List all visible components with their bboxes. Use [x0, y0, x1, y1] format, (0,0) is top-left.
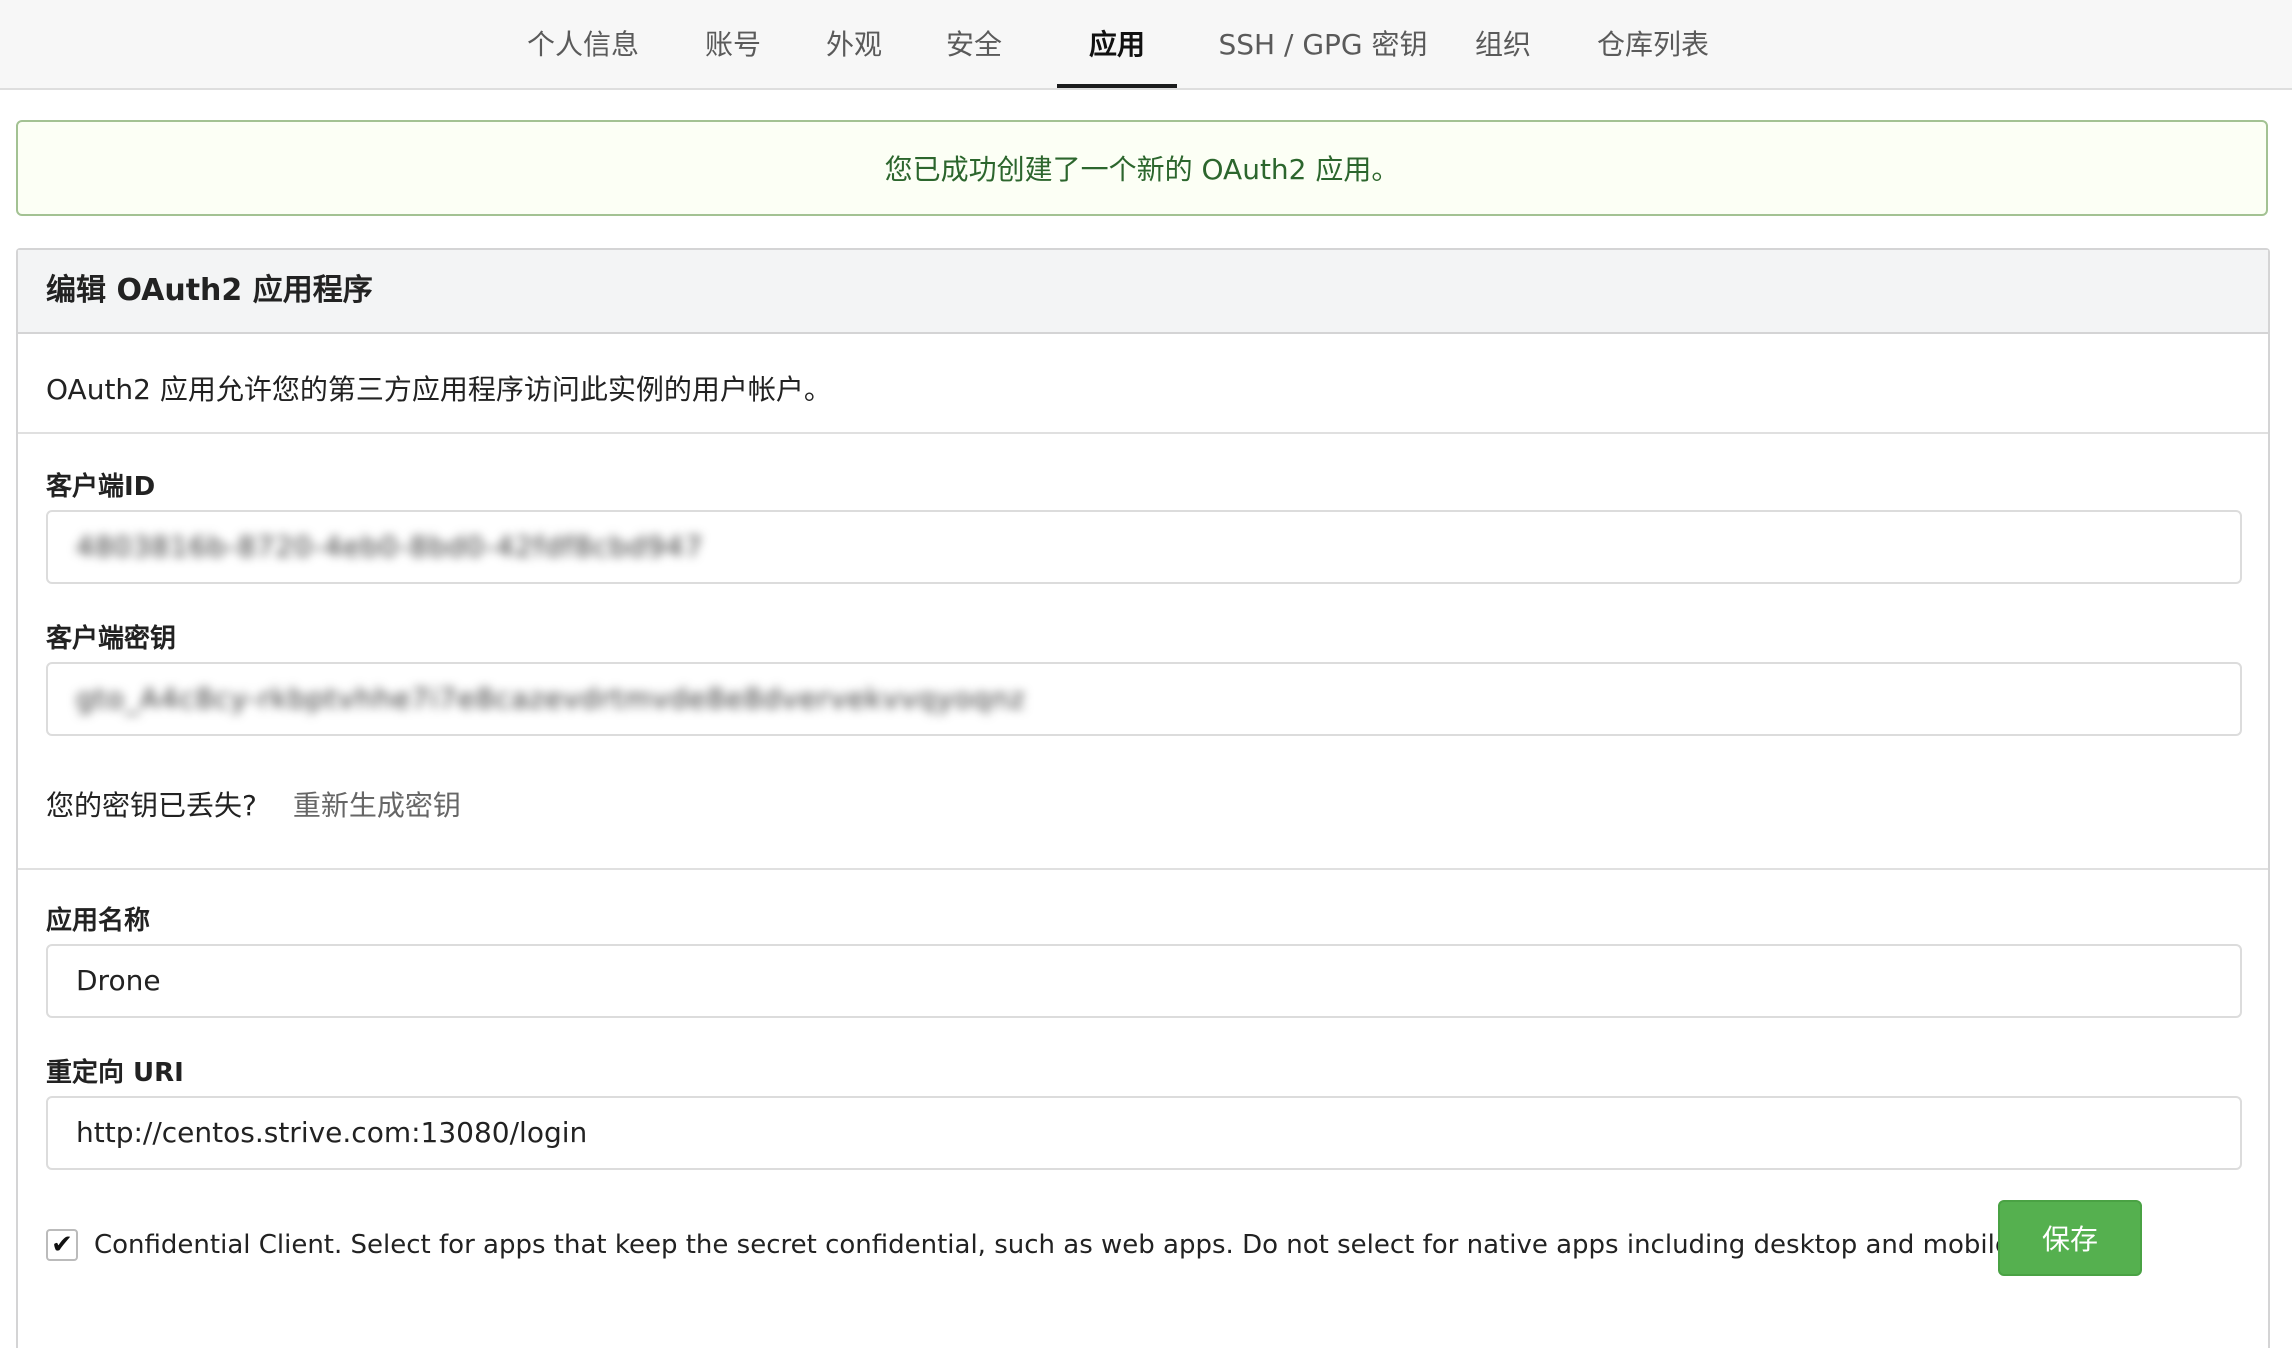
tab-appearance[interactable]: 外观 [824, 0, 884, 88]
card-title: 编辑 OAuth2 应用程序 [18, 250, 2268, 334]
client-secret-value: gto_A4c8cy-rkbptvhhe7i7e8cazevdrtmvde8e8… [76, 682, 1026, 715]
app-name-input[interactable]: Drone [46, 944, 2242, 1018]
client-id-value: 4803816b-8720-4eb0-8bd0-42fdf8cbd947 [76, 530, 704, 563]
tab-security[interactable]: 安全 [944, 0, 1004, 88]
app-name-label: 应用名称 [46, 906, 151, 936]
confidential-client-label: Confidential Client. Select for apps tha… [94, 1230, 2090, 1260]
lost-secret-row: 您的密钥已丢失? 重新生成密钥 [46, 784, 461, 824]
check-icon: ✔ [51, 1230, 73, 1260]
redirect-uri-label: 重定向 URI [46, 1058, 184, 1088]
tab-applications[interactable]: 应用 [1057, 0, 1177, 88]
confidential-client-checkbox[interactable]: ✔ [46, 1229, 78, 1261]
tab-organizations[interactable]: 组织 [1473, 0, 1533, 88]
tab-profile[interactable]: 个人信息 [523, 0, 643, 88]
edit-oauth2-app-card: 编辑 OAuth2 应用程序 OAuth2 应用允许您的第三方应用程序访问此实例… [16, 248, 2270, 1348]
regenerate-secret-link[interactable]: 重新生成密钥 [293, 789, 461, 822]
settings-page: 个人信息 账号 外观 安全 应用 SSH / GPG 密钥 组织 仓库列表 您已… [0, 0, 2292, 1348]
tab-repositories[interactable]: 仓库列表 [1593, 0, 1713, 88]
lost-secret-text: 您的密钥已丢失? [46, 789, 257, 822]
confidential-client-row: ✔ Confidential Client. Select for apps t… [46, 1208, 2090, 1282]
save-button[interactable]: 保存 [1998, 1200, 2142, 1276]
settings-tab-menu: 个人信息 账号 外观 安全 应用 SSH / GPG 密钥 组织 仓库列表 [0, 0, 2292, 90]
client-secret-label: 客户端密钥 [46, 624, 177, 654]
redirect-uri-input[interactable]: http://centos.strive.com:13080/login [46, 1096, 2242, 1170]
tab-account[interactable]: 账号 [703, 0, 763, 88]
client-id-label: 客户端ID [46, 472, 156, 502]
divider [18, 868, 2268, 870]
tab-ssh-gpg-keys[interactable]: SSH / GPG 密钥 [1209, 0, 1437, 88]
client-id-field[interactable]: 4803816b-8720-4eb0-8bd0-42fdf8cbd947 [46, 510, 2242, 584]
card-description: OAuth2 应用允许您的第三方应用程序访问此实例的用户帐户。 [46, 373, 832, 406]
divider [18, 432, 2268, 434]
client-secret-field[interactable]: gto_A4c8cy-rkbptvhhe7i7e8cazevdrtmvde8e8… [46, 662, 2242, 736]
success-message: 您已成功创建了一个新的 OAuth2 应用。 [16, 120, 2268, 216]
success-message-text: 您已成功创建了一个新的 OAuth2 应用。 [884, 153, 1400, 186]
